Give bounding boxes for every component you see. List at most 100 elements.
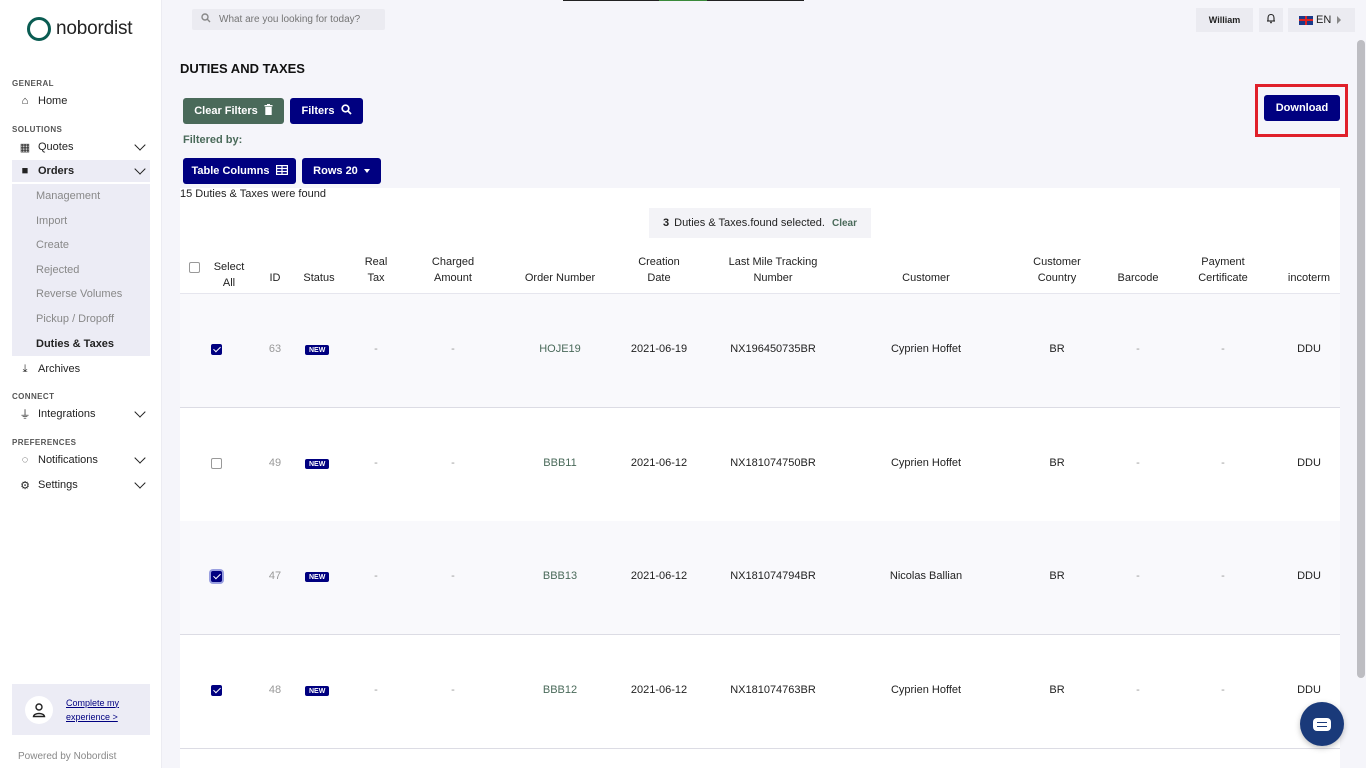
cell-customer-country: BR — [1049, 684, 1065, 696]
cell-barcode: - — [1136, 570, 1140, 582]
filters-button[interactable]: Filters — [290, 98, 363, 124]
results-count: 15 Duties & Taxes were found — [180, 188, 326, 200]
row-checkbox[interactable] — [211, 458, 222, 469]
table-columns-button[interactable]: Table Columns — [183, 158, 296, 184]
cell-incoterm: DDU — [1297, 570, 1321, 582]
cell-payment-certificate: - — [1221, 684, 1225, 696]
cell-order-number[interactable]: BBB13 — [510, 570, 610, 582]
cell-tracking: NX181074750BR — [730, 457, 816, 469]
th-id[interactable]: ID — [262, 270, 288, 286]
sidebar-subitem-management[interactable]: Management — [36, 190, 100, 202]
chat-button[interactable] — [1300, 702, 1344, 746]
status-badge: NEW — [305, 686, 330, 696]
th-customer-country[interactable]: Customer Country — [1022, 254, 1092, 286]
logo[interactable]: nobordist — [27, 17, 133, 41]
rows-label: Rows 20 — [313, 165, 358, 177]
cell-creation-date: 2021-06-12 — [630, 684, 688, 696]
language-selector[interactable]: EN — [1288, 8, 1355, 32]
rows-per-page-button[interactable]: Rows 20 — [302, 158, 381, 184]
th-order-number[interactable]: Order Number — [510, 270, 610, 286]
cell-customer: Cyprien Hoffet — [890, 343, 962, 355]
sidebar-subitem-reverse-volumes[interactable]: Reverse Volumes — [36, 288, 122, 300]
cell-payment-certificate: - — [1221, 457, 1225, 469]
clear-filters-button[interactable]: Clear Filters — [183, 98, 284, 124]
sidebar-item-quotes[interactable]: ▦ Quotes — [12, 136, 150, 158]
cell-customer-country: BR — [1049, 457, 1065, 469]
th-select-all: Select All — [213, 261, 245, 289]
th-customer[interactable]: Customer — [876, 270, 976, 286]
sidebar-subitem-pickup-dropoff[interactable]: Pickup / Dropoff — [36, 313, 114, 325]
cell-order-number[interactable]: BBB11 — [510, 457, 610, 469]
cell-real-tax: - — [374, 457, 378, 469]
page-title: DUTIES AND TAXES — [180, 61, 305, 76]
notifications-button[interactable] — [1259, 8, 1283, 32]
sidebar-item-archives[interactable]: ⤓ Archives — [12, 358, 150, 380]
th-last-mile-tracking[interactable]: Last Mile Tracking Number — [718, 254, 828, 286]
table-row[interactable]: 48 NEW - - BBB12 2021-06-12 NX181074763B… — [180, 635, 1340, 749]
uk-flag-icon — [1299, 15, 1313, 25]
cell-id: 47 — [268, 570, 282, 582]
clear-selection-link[interactable]: Clear — [832, 218, 857, 229]
comment-icon: ◌ — [21, 454, 29, 466]
select-all-checkbox[interactable] — [189, 262, 200, 273]
user-menu-button[interactable]: William — [1196, 8, 1253, 32]
orders-submenu — [12, 184, 150, 356]
selection-banner: 3 Duties & Taxes.found selected. Clear — [649, 208, 871, 238]
sidebar-subitem-rejected[interactable]: Rejected — [36, 264, 79, 276]
status-badge: NEW — [305, 459, 330, 469]
table-row[interactable]: 49 NEW - - BBB11 2021-06-12 NX181074750B… — [180, 408, 1340, 522]
sidebar-item-home[interactable]: ⌂ Home — [12, 90, 150, 112]
status-badge: NEW — [305, 572, 330, 582]
sidebar-item-label: Home — [38, 95, 68, 107]
clear-filters-label: Clear Filters — [194, 105, 258, 117]
sidebar-item-notifications[interactable]: ◌ Notifications — [12, 449, 150, 471]
th-status[interactable]: Status — [296, 270, 342, 286]
section-connect: CONNECT — [12, 392, 55, 401]
sidebar-item-integrations[interactable]: ⏚ Integrations — [12, 403, 150, 425]
cell-id: 49 — [268, 457, 282, 469]
sidebar-item-settings[interactable]: ⚙ Settings — [12, 474, 150, 496]
powered-by: Powered by Nobordist — [18, 751, 117, 762]
row-checkbox[interactable] — [211, 685, 222, 696]
search-input[interactable] — [219, 14, 369, 25]
cell-order-number[interactable]: BBB12 — [510, 684, 610, 696]
sidebar-item-orders[interactable]: ■ Orders — [12, 160, 150, 182]
row-checkbox[interactable] — [211, 571, 222, 582]
th-real-tax[interactable]: Real Tax — [356, 254, 396, 286]
th-incoterm[interactable]: incoterm — [1280, 270, 1338, 286]
table-row[interactable]: 63 NEW - - HOJE19 2021-06-19 NX196450735… — [180, 294, 1340, 408]
status-badge: NEW — [305, 345, 330, 355]
search-icon — [201, 13, 211, 26]
sidebar-item-label: Archives — [38, 363, 81, 375]
cell-real-tax: - — [374, 684, 378, 696]
download-button[interactable]: Download — [1264, 95, 1340, 121]
row-checkbox[interactable] — [211, 344, 222, 355]
cell-order-number[interactable]: HOJE19 — [510, 343, 610, 355]
page-scrollbar[interactable] — [1357, 40, 1365, 678]
th-charged-amount[interactable]: Charged Amount — [423, 254, 483, 286]
cell-creation-date: 2021-06-12 — [630, 457, 688, 469]
top-progress-strip — [563, 0, 804, 1]
caret-down-icon — [363, 169, 370, 173]
cell-barcode: - — [1136, 457, 1140, 469]
cell-incoterm: DDU — [1297, 684, 1321, 696]
logo-text: nobordist — [56, 18, 133, 39]
sidebar-subitem-duties-taxes[interactable]: Duties & Taxes — [36, 338, 114, 350]
th-payment-certificate[interactable]: Payment Certificate — [1188, 254, 1258, 286]
filtered-by-label: Filtered by: — [183, 134, 243, 146]
table-row[interactable]: 47 NEW - - BBB13 2021-06-12 NX181074794B… — [180, 521, 1340, 635]
section-preferences: PREFERENCES — [12, 438, 77, 447]
sidebar-subitem-create[interactable]: Create — [36, 239, 69, 251]
sidebar-item-label: Notifications — [38, 454, 98, 466]
trash-icon — [264, 104, 273, 118]
sidebar-item-label: Integrations — [38, 408, 96, 420]
search-box[interactable] — [192, 9, 385, 30]
sidebar-subitem-import[interactable]: Import — [36, 215, 67, 227]
th-barcode[interactable]: Barcode — [1108, 270, 1168, 286]
cell-payment-certificate: - — [1221, 343, 1225, 355]
sidebar-item-label: Settings — [38, 479, 78, 491]
th-creation-date[interactable]: Creation Date — [626, 254, 692, 286]
complete-experience-link[interactable]: Complete my experience > — [66, 696, 136, 724]
cell-tracking: NX181074794BR — [730, 570, 816, 582]
sidebar: nobordist GENERAL ⌂ Home SOLUTIONS ▦ Quo… — [0, 0, 162, 768]
